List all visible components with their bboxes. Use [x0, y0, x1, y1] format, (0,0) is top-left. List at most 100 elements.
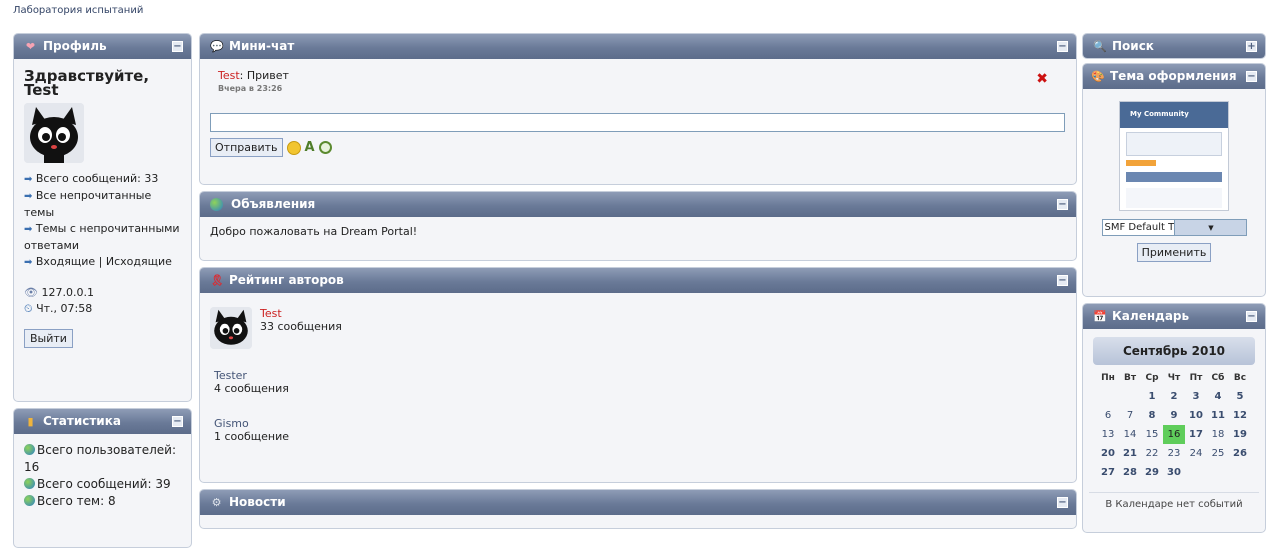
- link-inbox-outbox[interactable]: ➡ Входящие | Исходящие: [24, 254, 181, 271]
- author-count: 33 сообщения: [260, 320, 342, 333]
- theme-select[interactable]: SMF Default Theme ... ▼: [1101, 219, 1247, 236]
- calendar-day[interactable]: 3: [1185, 387, 1207, 406]
- award-icon: 🎗: [210, 274, 224, 287]
- calendar-day[interactable]: 6: [1097, 406, 1119, 425]
- left-column: ❤ Профиль − Здравствуйте, Test ➡ Всего с…: [13, 33, 192, 554]
- calendar-day[interactable]: 2: [1163, 387, 1185, 406]
- calendar-day[interactable]: 14: [1119, 425, 1141, 444]
- arrow-icon: ➡: [24, 174, 33, 185]
- link-inbox-outbox-label: Входящие | Исходящие: [35, 255, 172, 268]
- calendar-day[interactable]: 8: [1141, 406, 1163, 425]
- calendar-day[interactable]: 9: [1163, 406, 1185, 425]
- calendar-day[interactable]: 15: [1141, 425, 1163, 444]
- chat-text: : Привет: [239, 69, 289, 82]
- calendar-day[interactable]: 24: [1185, 444, 1207, 463]
- announcements-title: Объявления: [231, 197, 316, 211]
- send-button[interactable]: Отправить: [210, 138, 283, 157]
- link-unread-topics[interactable]: ➡ Все непрочитанные темы: [24, 188, 181, 221]
- middle-column: 💬 Мини-чат − Test: Привет Вчера в 23:26 …: [199, 33, 1077, 535]
- refresh-icon[interactable]: [318, 141, 332, 154]
- announcements-body: Добро пожаловать на Dream Portal!: [200, 217, 1076, 246]
- avatar: [210, 307, 252, 349]
- calendar-day[interactable]: 16: [1163, 425, 1185, 444]
- theme-preview: My Community: [1119, 101, 1229, 211]
- collapse-icon[interactable]: −: [1057, 497, 1068, 508]
- calendar-day[interactable]: 25: [1207, 444, 1229, 463]
- author-count: 4 сообщения: [214, 382, 289, 395]
- globe-icon: [24, 495, 35, 506]
- smiley-icon[interactable]: [286, 140, 301, 155]
- calendar-day[interactable]: 5: [1229, 387, 1251, 406]
- author-name[interactable]: Test: [260, 307, 342, 320]
- collapse-icon[interactable]: −: [172, 416, 183, 427]
- calendar-day[interactable]: 10: [1185, 406, 1207, 425]
- calendar-day[interactable]: 23: [1163, 444, 1185, 463]
- thumb-tab: [1126, 160, 1156, 166]
- calendar-day[interactable]: 4: [1207, 387, 1229, 406]
- font-icon[interactable]: A: [305, 140, 315, 155]
- calendar-day[interactable]: 27: [1097, 463, 1119, 482]
- calendar-block: 📅 Календарь − Сентябрь 2010 Пн Вт Ср Чт Пт Сб…: [1082, 303, 1266, 533]
- news-title: Новости: [229, 495, 286, 509]
- calendar-day[interactable]: 20: [1097, 444, 1119, 463]
- delete-icon[interactable]: ✖: [1036, 71, 1048, 87]
- author-count: 1 сообщение: [214, 430, 290, 443]
- calendar-day[interactable]: 11: [1207, 406, 1229, 425]
- calendar-empty-cell: [1229, 463, 1251, 482]
- calendar-day[interactable]: 17: [1185, 425, 1207, 444]
- avatar: [24, 103, 84, 163]
- weekday-header: Вс: [1233, 373, 1247, 383]
- greeting: Здравствуйте, Test: [24, 67, 150, 99]
- calendar-day[interactable]: 29: [1141, 463, 1163, 482]
- bar-chart-icon: ▮: [27, 415, 34, 428]
- profile-title: Профиль: [43, 39, 107, 53]
- collapse-icon[interactable]: −: [1057, 275, 1068, 286]
- chat-input[interactable]: [210, 113, 1065, 132]
- calendar-day[interactable]: 22: [1141, 444, 1163, 463]
- author-name[interactable]: Tester: [214, 369, 1066, 382]
- collapse-icon[interactable]: −: [1057, 41, 1068, 52]
- link-total-posts[interactable]: ➡ Всего сообщений: 33: [24, 171, 181, 188]
- calendar-day[interactable]: 7: [1119, 406, 1141, 425]
- weekday-header: Сб: [1211, 373, 1225, 383]
- collapse-icon[interactable]: −: [1246, 71, 1257, 82]
- logout-button[interactable]: Выйти: [24, 329, 73, 348]
- apply-wrap: Применить: [1089, 243, 1259, 262]
- heart-icon: ❤: [25, 40, 36, 53]
- collapse-icon[interactable]: −: [1246, 311, 1257, 322]
- collapse-icon[interactable]: −: [172, 41, 183, 52]
- expand-icon[interactable]: +: [1246, 41, 1257, 52]
- chat-message: Test: Привет Вчера в 23:26 ✖: [210, 69, 1066, 93]
- breadcrumb[interactable]: Лаборатория испытаний: [13, 5, 143, 16]
- calendar-day[interactable]: 30: [1163, 463, 1185, 482]
- theme-select-value: SMF Default Theme ...: [1104, 222, 1174, 233]
- link-unread-replies[interactable]: ➡ Темы с непрочитанными ответами: [24, 221, 181, 254]
- calendar-day[interactable]: 12: [1229, 406, 1251, 425]
- right-column: 🔍 Поиск + 🎨 Тема оформления − My Communi…: [1082, 33, 1266, 539]
- chevron-down-icon[interactable]: ▼: [1173, 220, 1246, 235]
- stats-header: ▮ Статистика −: [14, 409, 191, 434]
- calendar-day[interactable]: 13: [1097, 425, 1119, 444]
- theme-header: 🎨 Тема оформления −: [1083, 64, 1265, 89]
- collapse-icon[interactable]: −: [1057, 199, 1068, 210]
- stat-topics-label: Всего тем: 8: [37, 494, 116, 508]
- calendar-day[interactable]: 1: [1141, 387, 1163, 406]
- arrow-icon: ➡: [24, 257, 33, 268]
- stats-block: ▮ Статистика − Всего пользователей: 16 В…: [13, 408, 192, 548]
- apply-button[interactable]: Применить: [1136, 243, 1212, 262]
- calendar-empty-cell: [1207, 463, 1229, 482]
- calendar-day[interactable]: 28: [1119, 463, 1141, 482]
- calendar-day[interactable]: 26: [1229, 444, 1251, 463]
- calendar-month: Сентябрь 2010: [1093, 337, 1255, 365]
- stat-posts: Всего сообщений: 39: [24, 476, 181, 493]
- globe-icon: [24, 478, 35, 489]
- calendar-grid: Пн Вт Ср Чт Пт Сб Вс 1 2 3 4 5 6 7 8 9 10 11 12 13 14 15 16 17…: [1097, 369, 1251, 482]
- calendar-day[interactable]: 18: [1207, 425, 1229, 444]
- clock-icon: ⏲: [24, 302, 33, 315]
- globe-icon: [210, 198, 223, 211]
- author-name[interactable]: Gismo: [214, 417, 1066, 430]
- calendar-day[interactable]: 21: [1119, 444, 1141, 463]
- chat-username[interactable]: Test: [218, 69, 240, 82]
- calendar-day[interactable]: 19: [1229, 425, 1251, 444]
- breadcrumb-link[interactable]: Лаборатория испытаний: [13, 5, 143, 16]
